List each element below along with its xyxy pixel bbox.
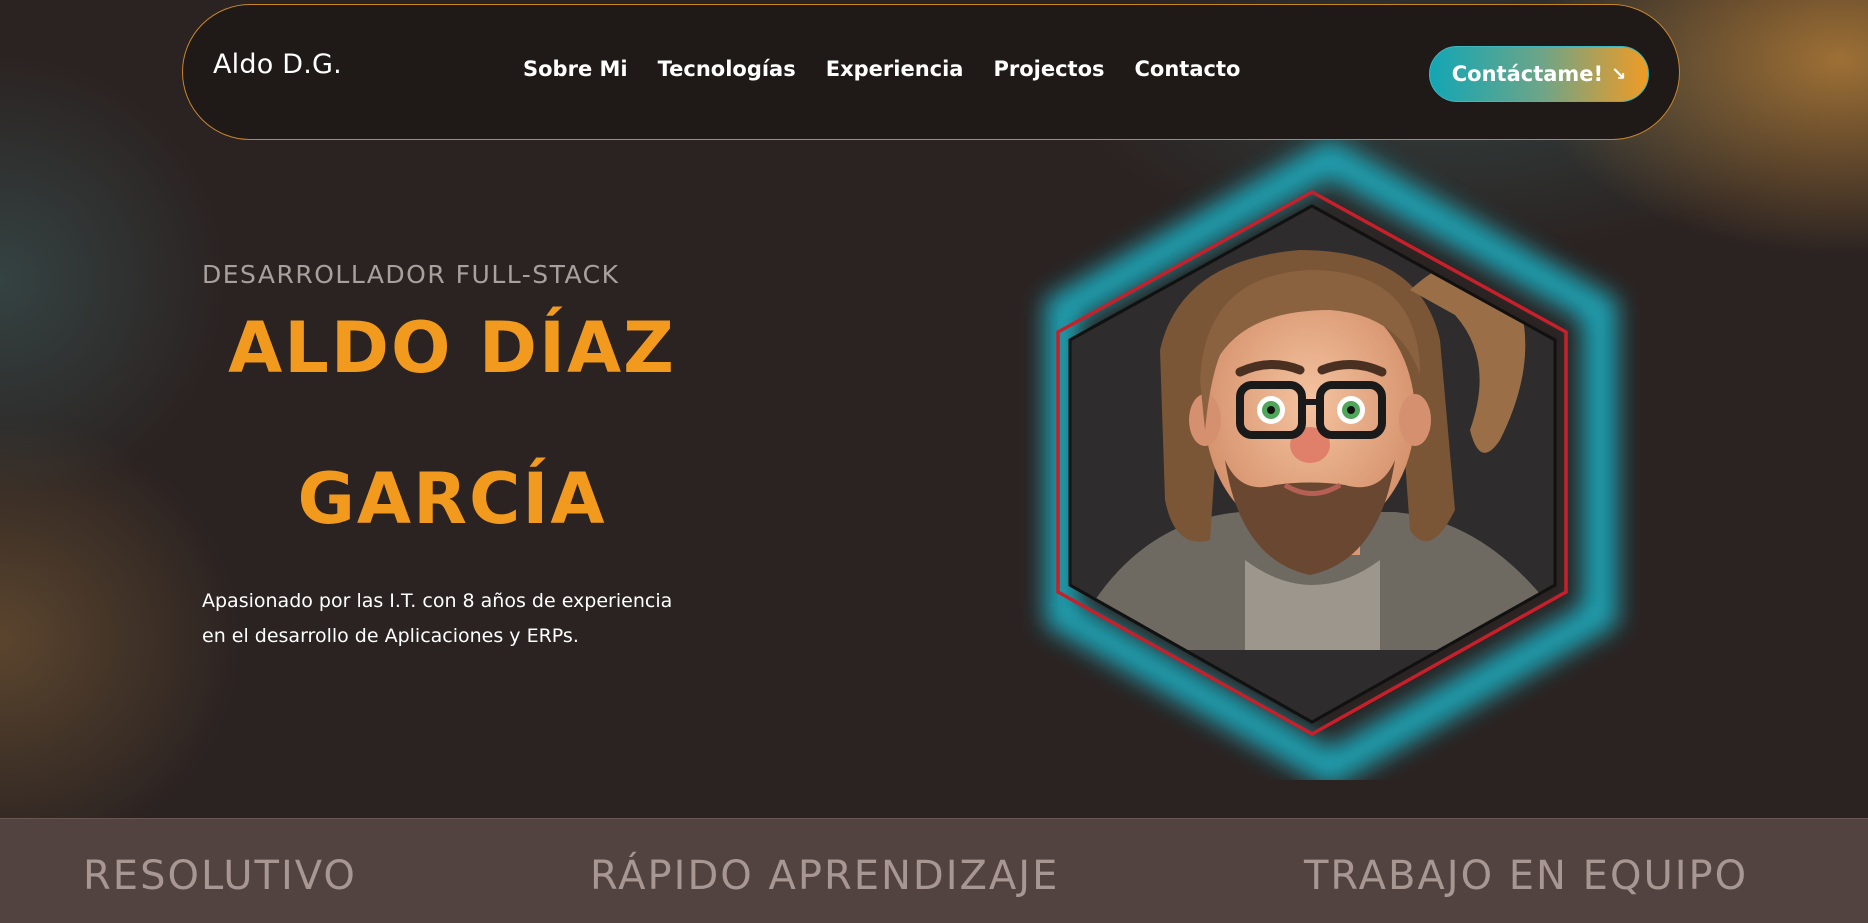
nav-link-experiencia[interactable]: Experiencia (826, 57, 964, 81)
nav-link-tecnologias[interactable]: Tecnologías (658, 57, 796, 81)
hex-avatar-graphic (1045, 138, 1617, 788)
nav-link-projectos[interactable]: Projectos (993, 57, 1104, 81)
nav-links: Sobre Mi Tecnologías Experiencia Project… (523, 57, 1240, 81)
hero-role: DESARROLLADOR FULL-STACK (202, 260, 620, 289)
skill-trabajo-en-equipo: TRABAJO EN EQUIPO (1304, 853, 1749, 899)
hero-name-line2: GARCÍA (297, 458, 607, 540)
skill-resolutivo: RESOLUTIVO (83, 853, 357, 899)
contact-button[interactable]: Contáctame! ↘ (1429, 46, 1649, 102)
skills-bar: RESOLUTIVO RÁPIDO APRENDIZAJE TRABAJO EN… (0, 818, 1868, 923)
hero-avatar-frame (1000, 138, 1640, 788)
nav-link-contacto[interactable]: Contacto (1135, 57, 1241, 81)
nav-link-sobre-mi[interactable]: Sobre Mi (523, 57, 628, 81)
hero-description-line1: Apasionado por las I.T. con 8 años de ex… (202, 590, 673, 612)
hero-description-line2: en el desarrollo de Aplicaciones y ERPs. (202, 625, 579, 647)
skill-rapido-aprendizaje: RÁPIDO APRENDIZAJE (590, 853, 1060, 899)
hero-name-line1: ALDO DÍAZ (228, 307, 676, 389)
arrow-down-right-icon: ↘ (1611, 63, 1627, 85)
hero-description: Apasionado por las I.T. con 8 años de ex… (202, 584, 722, 654)
site-logo[interactable]: Aldo D.G. (213, 49, 342, 80)
contact-button-label: Contáctame! (1451, 62, 1604, 86)
navbar: Aldo D.G. Sobre Mi Tecnologías Experienc… (182, 4, 1680, 140)
